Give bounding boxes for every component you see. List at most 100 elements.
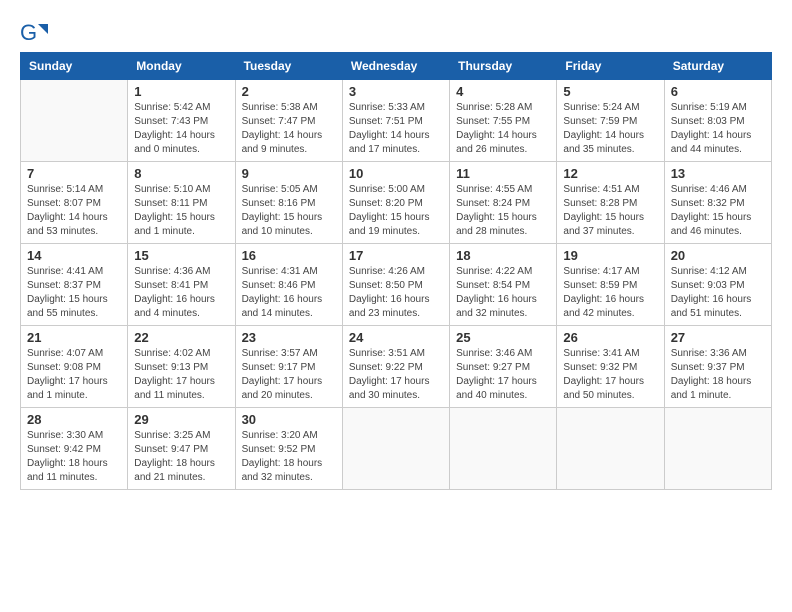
logo-icon: G: [20, 20, 48, 48]
calendar-cell: 10Sunrise: 5:00 AM Sunset: 8:20 PM Dayli…: [342, 162, 449, 244]
day-info: Sunrise: 4:41 AM Sunset: 8:37 PM Dayligh…: [27, 265, 121, 321]
day-number: 17: [349, 248, 443, 263]
calendar-cell: 5Sunrise: 5:24 AM Sunset: 7:59 PM Daylig…: [557, 80, 664, 162]
day-number: 30: [242, 412, 336, 427]
day-info: Sunrise: 4:36 AM Sunset: 8:41 PM Dayligh…: [134, 265, 228, 321]
day-number: 16: [242, 248, 336, 263]
week-row-1: 1 Sunrise: 5:42 AM Sunset: 7:43 PM Daylig…: [21, 80, 772, 162]
day-number: 11: [456, 166, 550, 181]
day-info: Sunrise: 4:46 AM Sunset: 8:32 PM Dayligh…: [671, 183, 765, 239]
calendar-body: 1 Sunrise: 5:42 AM Sunset: 7:43 PM Daylig…: [21, 80, 772, 490]
day-info: Sunrise: 5:33 AM Sunset: 7:51 PM Dayligh…: [349, 101, 443, 157]
calendar-cell: [21, 80, 128, 162]
calendar-cell: 22 Sunrise: 4:02 AM Sunset: 9:13 PM Dayli…: [128, 326, 235, 408]
calendar-cell: 9 Sunrise: 5:05 AM Sunset: 8:16 PM Daylig…: [235, 162, 342, 244]
svg-text:G: G: [20, 20, 37, 45]
day-number: 8: [134, 166, 228, 181]
day-number: 4: [456, 84, 550, 99]
calendar-cell: [557, 408, 664, 490]
day-info: Sunrise: 3:25 AM Sunset: 9:47 PM Dayligh…: [134, 429, 228, 485]
calendar-cell: 18 Sunrise: 4:22 AM Sunset: 8:54 PM Dayli…: [450, 244, 557, 326]
day-number: 23: [242, 330, 336, 345]
day-info: Sunrise: 3:46 AM Sunset: 9:27 PM Dayligh…: [456, 347, 550, 403]
calendar-cell: 6 Sunrise: 5:19 AM Sunset: 8:03 PM Daylig…: [664, 80, 771, 162]
weekday-header-sunday: Sunday: [21, 53, 128, 80]
calendar-cell: [664, 408, 771, 490]
day-number: 27: [671, 330, 765, 345]
calendar-cell: 20 Sunrise: 4:12 AM Sunset: 9:03 PM Dayli…: [664, 244, 771, 326]
day-info: Sunrise: 5:05 AM Sunset: 8:16 PM Dayligh…: [242, 183, 336, 239]
logo: G: [20, 20, 50, 48]
day-info: Sunrise: 5:38 AM Sunset: 7:47 PM Dayligh…: [242, 101, 336, 157]
day-info: Sunrise: 4:12 AM Sunset: 9:03 PM Dayligh…: [671, 265, 765, 321]
page-header: G: [20, 20, 772, 48]
calendar-cell: 27 Sunrise: 3:36 AM Sunset: 9:37 PM Dayli…: [664, 326, 771, 408]
calendar-cell: 14 Sunrise: 4:41 AM Sunset: 8:37 PM Dayli…: [21, 244, 128, 326]
calendar-cell: 8 Sunrise: 5:10 AM Sunset: 8:11 PM Daylig…: [128, 162, 235, 244]
day-number: 24: [349, 330, 443, 345]
day-number: 28: [27, 412, 121, 427]
day-number: 14: [27, 248, 121, 263]
calendar-cell: 4 Sunrise: 5:28 AM Sunset: 7:55 PM Daylig…: [450, 80, 557, 162]
day-number: 2: [242, 84, 336, 99]
calendar-cell: 23Sunrise: 3:57 AM Sunset: 9:17 PM Dayli…: [235, 326, 342, 408]
day-number: 1: [134, 84, 228, 99]
calendar-table: SundayMondayTuesdayWednesdayThursdayFrid…: [20, 52, 772, 490]
calendar-cell: 28 Sunrise: 3:30 AM Sunset: 9:42 PM Dayli…: [21, 408, 128, 490]
weekday-header-wednesday: Wednesday: [342, 53, 449, 80]
day-info: Sunrise: 4:02 AM Sunset: 9:13 PM Dayligh…: [134, 347, 228, 403]
calendar-cell: 3 Sunrise: 5:33 AM Sunset: 7:51 PM Daylig…: [342, 80, 449, 162]
week-row-2: 7 Sunrise: 5:14 AM Sunset: 8:07 PM Daylig…: [21, 162, 772, 244]
day-number: 20: [671, 248, 765, 263]
day-info: Sunrise: 5:42 AM Sunset: 7:43 PM Dayligh…: [134, 101, 228, 157]
calendar-cell: 2 Sunrise: 5:38 AM Sunset: 7:47 PM Daylig…: [235, 80, 342, 162]
calendar-cell: 26 Sunrise: 3:41 AM Sunset: 9:32 PM Dayli…: [557, 326, 664, 408]
day-number: 19: [563, 248, 657, 263]
day-number: 26: [563, 330, 657, 345]
day-info: Sunrise: 3:20 AM Sunset: 9:52 PM Dayligh…: [242, 429, 336, 485]
calendar-cell: 15 Sunrise: 4:36 AM Sunset: 8:41 PM Dayli…: [128, 244, 235, 326]
calendar-cell: 19 Sunrise: 4:17 AM Sunset: 8:59 PM Dayli…: [557, 244, 664, 326]
day-info: Sunrise: 5:10 AM Sunset: 8:11 PM Dayligh…: [134, 183, 228, 239]
weekday-header-thursday: Thursday: [450, 53, 557, 80]
calendar-cell: [450, 408, 557, 490]
calendar-cell: 21 Sunrise: 4:07 AM Sunset: 9:08 PM Dayli…: [21, 326, 128, 408]
day-number: 5: [563, 84, 657, 99]
day-number: 12: [563, 166, 657, 181]
day-number: 22: [134, 330, 228, 345]
day-info: Sunrise: 4:55 AM Sunset: 8:24 PM Dayligh…: [456, 183, 550, 239]
calendar-cell: 29 Sunrise: 3:25 AM Sunset: 9:47 PM Dayli…: [128, 408, 235, 490]
day-number: 10: [349, 166, 443, 181]
calendar-cell: 13 Sunrise: 4:46 AM Sunset: 8:32 PM Dayli…: [664, 162, 771, 244]
day-info: Sunrise: 3:51 AM Sunset: 9:22 PM Dayligh…: [349, 347, 443, 403]
day-number: 21: [27, 330, 121, 345]
weekday-header-saturday: Saturday: [664, 53, 771, 80]
day-number: 18: [456, 248, 550, 263]
day-info: Sunrise: 5:14 AM Sunset: 8:07 PM Dayligh…: [27, 183, 121, 239]
day-number: 29: [134, 412, 228, 427]
day-number: 13: [671, 166, 765, 181]
day-info: Sunrise: 3:36 AM Sunset: 9:37 PM Dayligh…: [671, 347, 765, 403]
calendar-cell: 12Sunrise: 4:51 AM Sunset: 8:28 PM Dayli…: [557, 162, 664, 244]
day-info: Sunrise: 4:07 AM Sunset: 9:08 PM Dayligh…: [27, 347, 121, 403]
calendar-cell: 30 Sunrise: 3:20 AM Sunset: 9:52 PM Dayli…: [235, 408, 342, 490]
day-info: Sunrise: 3:30 AM Sunset: 9:42 PM Dayligh…: [27, 429, 121, 485]
day-number: 15: [134, 248, 228, 263]
day-number: 6: [671, 84, 765, 99]
week-row-5: 28 Sunrise: 3:30 AM Sunset: 9:42 PM Dayli…: [21, 408, 772, 490]
weekday-header-monday: Monday: [128, 53, 235, 80]
calendar-cell: 11 Sunrise: 4:55 AM Sunset: 8:24 PM Dayli…: [450, 162, 557, 244]
calendar-cell: 25Sunrise: 3:46 AM Sunset: 9:27 PM Dayli…: [450, 326, 557, 408]
day-info: Sunrise: 4:17 AM Sunset: 8:59 PM Dayligh…: [563, 265, 657, 321]
calendar-cell: 17Sunrise: 4:26 AM Sunset: 8:50 PM Dayli…: [342, 244, 449, 326]
week-row-4: 21 Sunrise: 4:07 AM Sunset: 9:08 PM Dayli…: [21, 326, 772, 408]
weekday-header-tuesday: Tuesday: [235, 53, 342, 80]
day-info: Sunrise: 5:19 AM Sunset: 8:03 PM Dayligh…: [671, 101, 765, 157]
day-number: 9: [242, 166, 336, 181]
day-info: Sunrise: 4:22 AM Sunset: 8:54 PM Dayligh…: [456, 265, 550, 321]
day-info: Sunrise: 3:41 AM Sunset: 9:32 PM Dayligh…: [563, 347, 657, 403]
calendar-cell: 16Sunrise: 4:31 AM Sunset: 8:46 PM Dayli…: [235, 244, 342, 326]
day-info: Sunrise: 5:28 AM Sunset: 7:55 PM Dayligh…: [456, 101, 550, 157]
day-number: 7: [27, 166, 121, 181]
day-number: 3: [349, 84, 443, 99]
